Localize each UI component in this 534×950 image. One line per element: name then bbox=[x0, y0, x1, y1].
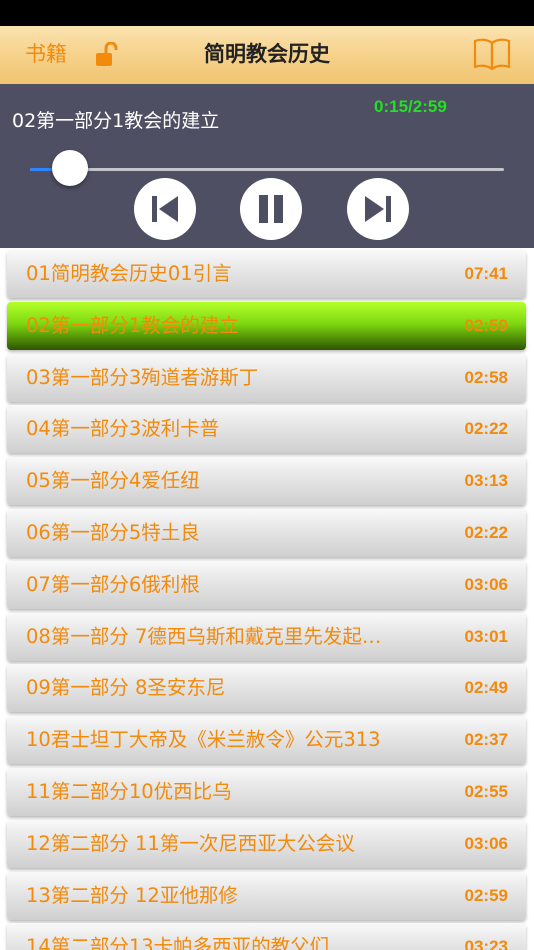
track-duration: 02:22 bbox=[464, 523, 508, 542]
track-title: 01简明教会历史01引言 bbox=[26, 262, 232, 285]
progress-slider-thumb[interactable] bbox=[51, 150, 88, 186]
progress-slider[interactable] bbox=[30, 168, 504, 171]
track-row[interactable]: 13第二部分 12亚他那修 02:59 bbox=[7, 871, 526, 920]
track-title: 02第一部分1教会的建立 bbox=[26, 313, 239, 337]
pause-icon bbox=[259, 195, 283, 223]
track-duration: 02:59 bbox=[464, 885, 508, 905]
track-row[interactable]: 02第一部分1教会的建立 02:59 bbox=[7, 301, 526, 350]
skip-previous-icon bbox=[152, 196, 178, 222]
track-row[interactable]: 14第二部分13卡帕多西亚的教父们 03:23 bbox=[7, 923, 526, 950]
track-title: 05第一部分4爱任纽 bbox=[26, 469, 200, 493]
track-duration: 02:22 bbox=[464, 419, 508, 439]
track-duration: 03:06 bbox=[464, 833, 508, 853]
next-button[interactable] bbox=[347, 178, 409, 240]
now-playing-title: 02第一部分1教会的建立 bbox=[12, 110, 220, 132]
track-row[interactable]: 05第一部分4爱任纽 03:13 bbox=[7, 457, 526, 506]
track-duration: 02:49 bbox=[464, 678, 508, 698]
skip-next-icon bbox=[365, 196, 391, 222]
track-row[interactable]: 01简明教会历史01引言 07:41 bbox=[7, 250, 526, 298]
track-duration: 02:58 bbox=[464, 367, 508, 387]
track-title: 09第一部分 8圣安东尼 bbox=[26, 676, 226, 700]
track-row[interactable]: 10君士坦丁大帝及《米兰赦令》公元313 02:37 bbox=[7, 716, 526, 765]
track-duration: 02:55 bbox=[464, 782, 508, 801]
pause-button[interactable] bbox=[240, 178, 302, 240]
page-title: 简明教会历史 bbox=[204, 42, 330, 66]
open-book-icon[interactable] bbox=[473, 37, 511, 71]
track-title: 07第一部分6俄利根 bbox=[26, 572, 200, 596]
track-row[interactable]: 08第一部分 7德西乌斯和戴克里先发起… 03:01 bbox=[7, 612, 526, 661]
track-duration: 02:59 bbox=[464, 315, 508, 335]
track-row[interactable]: 11第二部分10优西比乌 02:55 bbox=[7, 768, 526, 816]
track-row[interactable]: 04第一部分3波利卡普 02:22 bbox=[7, 405, 526, 454]
track-title: 10君士坦丁大帝及《米兰赦令》公元313 bbox=[26, 728, 381, 752]
track-title: 14第二部分13卡帕多西亚的教父们 bbox=[26, 935, 330, 950]
track-title: 06第一部分5特土良 bbox=[26, 521, 200, 544]
track-duration: 03:23 bbox=[464, 937, 508, 950]
track-row[interactable]: 12第二部分 11第一次尼西亚大公会议 03:06 bbox=[7, 819, 526, 868]
audio-player: 02第一部分1教会的建立 0:15/2:59 bbox=[0, 84, 534, 248]
status-bar bbox=[0, 0, 534, 26]
track-title: 03第一部分3殉道者游斯丁 bbox=[26, 365, 259, 389]
track-duration: 02:37 bbox=[464, 730, 508, 750]
track-duration: 07:41 bbox=[464, 264, 508, 283]
track-title: 04第一部分3波利卡普 bbox=[26, 417, 220, 441]
playback-time: 0:15/2:59 bbox=[374, 97, 447, 116]
track-title: 08第一部分 7德西乌斯和戴克里先发起… bbox=[26, 624, 382, 648]
track-list: 01简明教会历史01引言 07:41 02第一部分1教会的建立 02:59 03第一部分… bbox=[0, 248, 534, 950]
previous-button[interactable] bbox=[134, 178, 196, 240]
track-title: 11第二部分10优西比乌 bbox=[26, 780, 232, 803]
track-title: 12第二部分 11第一次尼西亚大公会议 bbox=[26, 831, 355, 855]
track-row[interactable]: 03第一部分3殉道者游斯丁 02:58 bbox=[7, 353, 526, 402]
track-row[interactable]: 07第一部分6俄利根 03:06 bbox=[7, 560, 526, 609]
track-duration: 03:13 bbox=[464, 471, 508, 491]
track-row[interactable]: 09第一部分 8圣安东尼 02:49 bbox=[7, 664, 526, 713]
track-duration: 03:01 bbox=[464, 626, 508, 646]
track-row[interactable]: 06第一部分5特土良 02:22 bbox=[7, 509, 526, 557]
track-title: 13第二部分 12亚他那修 bbox=[26, 883, 238, 907]
navigation-bar: 书籍 简明教会历史 bbox=[0, 26, 534, 85]
track-duration: 03:06 bbox=[464, 574, 508, 594]
